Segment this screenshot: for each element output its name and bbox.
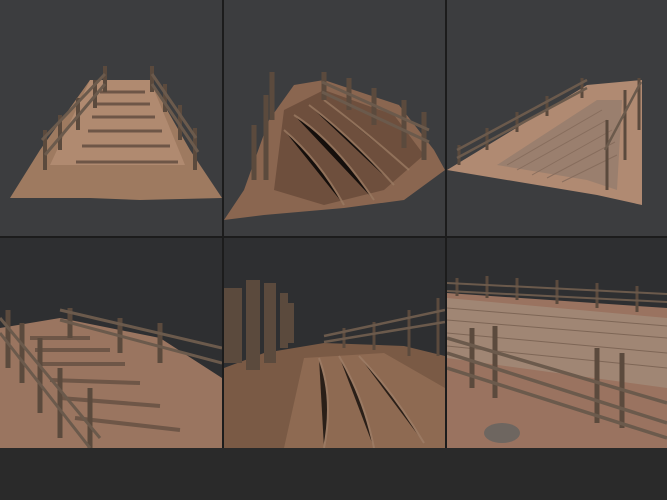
stairs-closeup-render (0, 238, 222, 448)
stairs-bridge-render (0, 0, 222, 236)
tile-muddy-trench-angled (224, 0, 445, 236)
image-grid (0, 0, 667, 500)
trench-ground-render (224, 238, 445, 448)
bottom-margin (0, 448, 667, 500)
tile-trench-ground-level (224, 238, 445, 448)
tile-stairs-bridge-closeup (0, 238, 222, 448)
tile-cobble-path-top (447, 0, 667, 236)
trench-render (224, 0, 445, 236)
cobble-path-render (447, 0, 667, 236)
tile-stairs-bridge-front (0, 0, 222, 236)
tile-cobble-path-closeup (447, 238, 667, 448)
cobble-closeup-render (447, 238, 667, 448)
